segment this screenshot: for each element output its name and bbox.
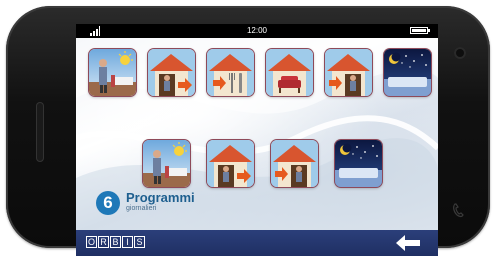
program-tile-night[interactable] — [384, 49, 431, 96]
logo-letter: I — [122, 236, 133, 248]
house-person-enter-arrow-icon — [325, 49, 372, 96]
house-person-exit-arrow-icon — [148, 49, 195, 96]
screen: 12:00 6 Programmi giornalieri O R B I S — [76, 24, 438, 256]
program-tile-relax[interactable] — [266, 49, 313, 96]
main-content: 6 Programmi giornalieri — [76, 38, 438, 230]
program-subtitle: giornalieri — [126, 205, 157, 212]
night-sleep-icon — [384, 49, 431, 96]
night-sleep-icon — [335, 140, 382, 187]
program-tile-return-home[interactable] — [325, 49, 372, 96]
bottom-bar: O R B I S — [76, 230, 438, 256]
battery-icon — [410, 27, 430, 34]
person-by-bed-sun-icon — [89, 49, 136, 96]
house-cutlery-icon — [207, 49, 254, 96]
side-button — [36, 102, 44, 162]
program-tile-leave-home[interactable] — [148, 49, 195, 96]
status-bar: 12:00 — [76, 24, 438, 38]
house-armchair-icon — [266, 49, 313, 96]
program-tile-leave-home[interactable] — [207, 140, 254, 187]
camera-icon — [454, 47, 466, 59]
logo-letter: O — [86, 236, 97, 248]
back-arrow-icon[interactable] — [396, 235, 420, 251]
logo-letter: S — [134, 236, 145, 248]
house-person-enter-arrow-icon — [271, 140, 318, 187]
program-tile-return-home[interactable] — [271, 140, 318, 187]
phone-frame: 12:00 6 Programmi giornalieri O R B I S — [6, 6, 490, 256]
program-title: Programmi — [126, 190, 195, 205]
orbis-logo: O R B I S — [86, 236, 146, 249]
logo-letter: B — [110, 236, 121, 248]
program-tile-wake-up[interactable] — [143, 140, 190, 187]
program-tile-wake-up[interactable] — [89, 49, 136, 96]
program-count-badge: 6 — [96, 191, 120, 215]
program-tile-lunch[interactable] — [207, 49, 254, 96]
house-person-exit-arrow-icon — [207, 140, 254, 187]
status-time: 12:00 — [246, 26, 268, 35]
program-tile-night[interactable] — [335, 140, 382, 187]
logo-letter: R — [98, 236, 109, 248]
person-by-bed-sun-icon — [143, 140, 190, 187]
program-count: 6 Programmi giornalieri — [96, 188, 236, 220]
phone-receiver-icon — [452, 202, 466, 218]
